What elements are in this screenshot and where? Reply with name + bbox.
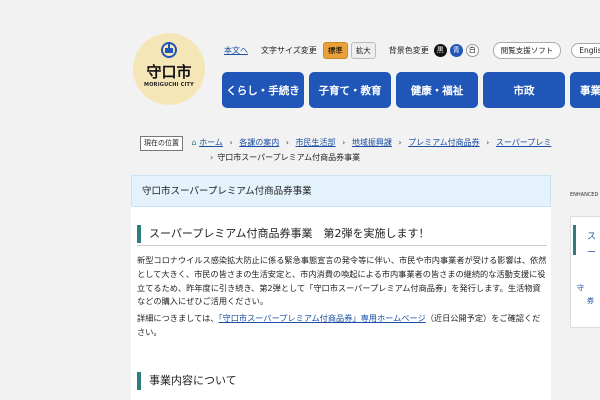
- intro-paragraph: 新型コロナウイルス感染拡大防止に係る緊急事態宣言の発令等に伴い、市民や市内事業者…: [137, 255, 547, 307]
- enhanced-label: ENHANCED: [570, 192, 599, 198]
- page-title: 守口市スーパープレミアム付商品券事業: [131, 175, 551, 207]
- nav-city-government[interactable]: 市政: [483, 72, 565, 108]
- page: 守口市 MORIGUCHI CITY 本文へ 文字サイズ変更 標準 拡大 背景色…: [0, 0, 600, 400]
- nav-living[interactable]: くらし・手続き: [222, 72, 304, 108]
- skip-to-content-link[interactable]: 本文へ: [224, 45, 248, 56]
- breadcrumb-departments[interactable]: 各課の案内: [239, 138, 279, 147]
- city-logo[interactable]: 守口市 MORIGUCHI CITY: [133, 33, 205, 105]
- background-color-label: 背景色変更: [388, 45, 429, 55]
- english-button[interactable]: English: [571, 42, 600, 58]
- section-heading-main: スーパープレミアム付商品券事業 第2弾を実施します！: [137, 224, 547, 246]
- sidebar-accent: [573, 225, 576, 255]
- sidebar-link-2[interactable]: 券: [587, 296, 594, 306]
- bg-black-button[interactable]: 黒: [433, 43, 447, 57]
- breadcrumb-civic-life[interactable]: 市民生活部: [296, 138, 336, 147]
- chevron-right-icon: ›: [285, 138, 289, 147]
- breadcrumb-regional-promotion[interactable]: 地域振興課: [352, 138, 392, 147]
- chevron-right-icon: ›: [210, 153, 214, 162]
- reader-support-button[interactable]: 閲覧支援ソフト: [492, 41, 562, 59]
- logo-city-name: 守口市: [146, 63, 192, 81]
- city-emblem-icon: [161, 42, 177, 58]
- sidebar-title-1[interactable]: ス: [587, 229, 596, 242]
- bg-white-button[interactable]: 白: [465, 43, 479, 57]
- breadcrumb-home[interactable]: ホーム: [199, 138, 223, 147]
- breadcrumb-current-label: 守口市スーパープレミアム付商品券事業: [217, 153, 361, 162]
- breadcrumb-super-premium[interactable]: スーパープレミ: [496, 138, 551, 147]
- sidebar-link-1[interactable]: 守: [577, 283, 584, 293]
- nav-childcare[interactable]: 子育て・教育: [309, 72, 391, 108]
- nav-health[interactable]: 健康・福祉: [396, 72, 478, 108]
- detail-paragraph: 詳細につきましては、「守口市スーパープレミアム付商品券」専用ホームページ（近日公…: [137, 312, 547, 340]
- utility-bar: 本文へ 文字サイズ変更 標準 拡大 背景色変更 黒 青 白 閲覧支援ソフト En…: [224, 41, 600, 59]
- bg-blue-button[interactable]: 青: [449, 43, 463, 57]
- home-icon: ⌂: [191, 138, 197, 147]
- sidebar-title-2[interactable]: ー: [587, 245, 596, 258]
- nav-business[interactable]: 事業: [570, 72, 600, 108]
- chevron-right-icon: ›: [398, 138, 402, 147]
- global-nav: くらし・手続き 子育て・教育 健康・福祉 市政 事業: [222, 72, 600, 108]
- breadcrumb-current: › 守口市スーパープレミアム付商品券事業: [140, 151, 600, 164]
- breadcrumb-label: 現在の位置: [140, 136, 183, 151]
- font-large-button[interactable]: 拡大: [350, 41, 376, 59]
- breadcrumb: 現在の位置 ⌂ ホーム › 各課の案内 › 市民生活部 › 地域振興課 › プレ…: [140, 136, 600, 164]
- chevron-right-icon: ›: [342, 138, 346, 147]
- font-size-label: 文字サイズ変更: [261, 45, 317, 55]
- chevron-right-icon: ›: [229, 138, 233, 147]
- detail-text-before: 詳細につきましては、: [137, 313, 219, 323]
- logo-city-name-en: MORIGUCHI CITY: [144, 82, 194, 88]
- breadcrumb-premium-voucher[interactable]: プレミアム付商品券: [408, 138, 479, 147]
- font-standard-button[interactable]: 標準: [322, 41, 348, 59]
- section-heading-business: 事業内容について: [137, 370, 547, 392]
- sidebar-panel: ス ー 守 券: [570, 216, 600, 328]
- chevron-right-icon: ›: [486, 138, 490, 147]
- official-site-link[interactable]: 「守口市スーパープレミアム付商品券」専用ホームページ: [218, 313, 425, 323]
